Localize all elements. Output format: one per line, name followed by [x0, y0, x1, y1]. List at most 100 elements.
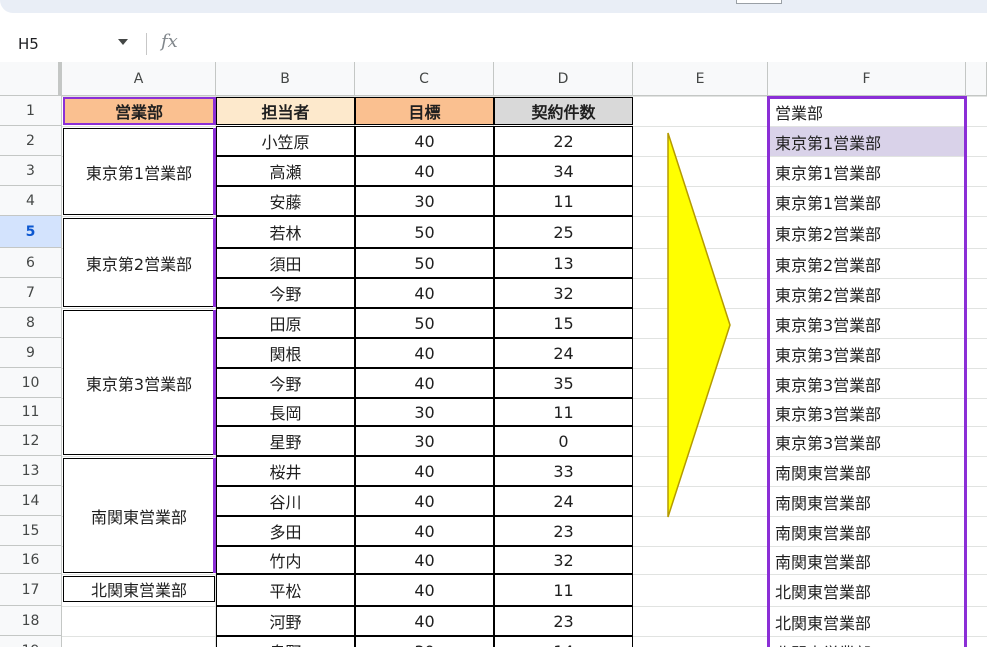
row-header-9[interactable]: 9 [0, 338, 62, 368]
column-header-g[interactable] [966, 62, 987, 96]
row-header-15[interactable]: 15 [0, 516, 62, 546]
person-cell[interactable]: 奥野 [216, 636, 355, 647]
column-header-a[interactable]: A [62, 62, 216, 96]
search-bar-edge [0, 0, 987, 13]
person-cell[interactable]: 安藤 [216, 186, 355, 216]
row-header-18[interactable]: 18 [0, 606, 62, 636]
person-cell[interactable]: 高瀬 [216, 156, 355, 186]
person-cell[interactable]: 星野 [216, 426, 355, 456]
contract-count-cell[interactable]: 15 [494, 308, 633, 338]
target-cell[interactable]: 40 [355, 486, 494, 516]
toolbar-button-edge[interactable] [736, 0, 782, 4]
contract-count-cell[interactable]: 32 [494, 546, 633, 574]
name-box[interactable]: H5 [18, 35, 39, 53]
row-header-1[interactable]: 1 [0, 96, 62, 126]
department-merged-cell[interactable]: 東京第1営業部 [63, 128, 215, 215]
header-department[interactable]: 営業部 [63, 97, 215, 125]
contract-count-cell[interactable]: 35 [494, 368, 633, 398]
spreadsheet-grid[interactable]: ABCDEF12345678910111213141516171819営業部担当… [0, 62, 987, 647]
header-contract-count[interactable]: 契約件数 [494, 97, 633, 125]
target-cell[interactable]: 40 [355, 126, 494, 156]
top-toolbar-strip [0, 0, 987, 27]
contract-count-cell[interactable]: 33 [494, 456, 633, 486]
column-header-e[interactable]: E [633, 62, 768, 96]
person-cell[interactable]: 長岡 [216, 398, 355, 426]
purple-header-border [213, 97, 216, 125]
header-person[interactable]: 担当者 [216, 97, 355, 125]
row-header-14[interactable]: 14 [0, 486, 62, 516]
row-header-6[interactable]: 6 [0, 248, 62, 278]
row-header-10[interactable]: 10 [0, 368, 62, 398]
target-cell[interactable]: 30 [355, 398, 494, 426]
contract-count-cell[interactable]: 11 [494, 186, 633, 216]
target-cell[interactable]: 50 [355, 216, 494, 248]
name-box-dropdown-icon[interactable] [118, 39, 128, 45]
person-cell[interactable]: 若林 [216, 216, 355, 248]
target-cell[interactable]: 50 [355, 248, 494, 278]
column-header-f[interactable]: F [768, 62, 966, 96]
row-header-13[interactable]: 13 [0, 456, 62, 486]
department-merged-cell[interactable]: 北関東営業部 [63, 576, 215, 602]
target-cell[interactable]: 40 [355, 278, 494, 308]
contract-count-cell[interactable]: 11 [494, 574, 633, 606]
target-cell[interactable]: 30 [355, 426, 494, 456]
target-cell[interactable]: 40 [355, 546, 494, 574]
row-header-4[interactable]: 4 [0, 186, 62, 216]
target-cell[interactable]: 40 [355, 606, 494, 636]
row-header-12[interactable]: 12 [0, 426, 62, 456]
person-cell[interactable]: 今野 [216, 368, 355, 398]
target-cell[interactable]: 30 [355, 636, 494, 647]
person-cell[interactable]: 田原 [216, 308, 355, 338]
contract-count-cell[interactable]: 32 [494, 278, 633, 308]
row-header-8[interactable]: 8 [0, 308, 62, 338]
header-target[interactable]: 目標 [355, 97, 494, 125]
select-all-corner[interactable] [0, 62, 62, 96]
row-header-7[interactable]: 7 [0, 278, 62, 308]
row-header-5[interactable]: 5 [0, 216, 62, 248]
person-cell[interactable]: 平松 [216, 574, 355, 606]
department-merged-cell[interactable]: 東京第3営業部 [63, 310, 215, 455]
person-cell[interactable]: 竹内 [216, 546, 355, 574]
target-cell[interactable]: 40 [355, 516, 494, 546]
formula-bar: H5 fx [0, 27, 987, 63]
target-cell[interactable]: 40 [355, 456, 494, 486]
target-cell[interactable]: 50 [355, 308, 494, 338]
contract-count-cell[interactable]: 23 [494, 606, 633, 636]
formula-bar-divider [146, 33, 147, 55]
target-cell[interactable]: 40 [355, 338, 494, 368]
contract-count-cell[interactable]: 13 [494, 248, 633, 278]
person-cell[interactable]: 小笠原 [216, 126, 355, 156]
target-cell[interactable]: 40 [355, 368, 494, 398]
target-cell[interactable]: 40 [355, 156, 494, 186]
target-cell[interactable]: 40 [355, 574, 494, 606]
row-header-16[interactable]: 16 [0, 546, 62, 574]
person-cell[interactable]: 谷川 [216, 486, 355, 516]
row-header-11[interactable]: 11 [0, 398, 62, 426]
person-cell[interactable]: 関根 [216, 338, 355, 368]
column-header-c[interactable]: C [355, 62, 494, 96]
row-header-17[interactable]: 17 [0, 574, 62, 606]
department-merged-cell[interactable]: 東京第2営業部 [63, 218, 215, 307]
department-merged-cell[interactable]: 南関東営業部 [63, 458, 215, 573]
target-cell[interactable]: 30 [355, 186, 494, 216]
contract-count-cell[interactable]: 11 [494, 398, 633, 426]
person-cell[interactable]: 河野 [216, 606, 355, 636]
right-arrow-icon [667, 132, 731, 518]
contract-count-cell[interactable]: 34 [494, 156, 633, 186]
contract-count-cell[interactable]: 0 [494, 426, 633, 456]
row-header-19[interactable]: 19 [0, 636, 62, 647]
person-cell[interactable]: 須田 [216, 248, 355, 278]
row-header-2[interactable]: 2 [0, 126, 62, 156]
person-cell[interactable]: 桜井 [216, 456, 355, 486]
column-header-d[interactable]: D [494, 62, 633, 96]
contract-count-cell[interactable]: 24 [494, 338, 633, 368]
contract-count-cell[interactable]: 22 [494, 126, 633, 156]
contract-count-cell[interactable]: 23 [494, 516, 633, 546]
row-header-3[interactable]: 3 [0, 156, 62, 186]
column-header-b[interactable]: B [216, 62, 355, 96]
contract-count-cell[interactable]: 25 [494, 216, 633, 248]
contract-count-cell[interactable]: 24 [494, 486, 633, 516]
person-cell[interactable]: 今野 [216, 278, 355, 308]
contract-count-cell[interactable]: 14 [494, 636, 633, 647]
person-cell[interactable]: 多田 [216, 516, 355, 546]
